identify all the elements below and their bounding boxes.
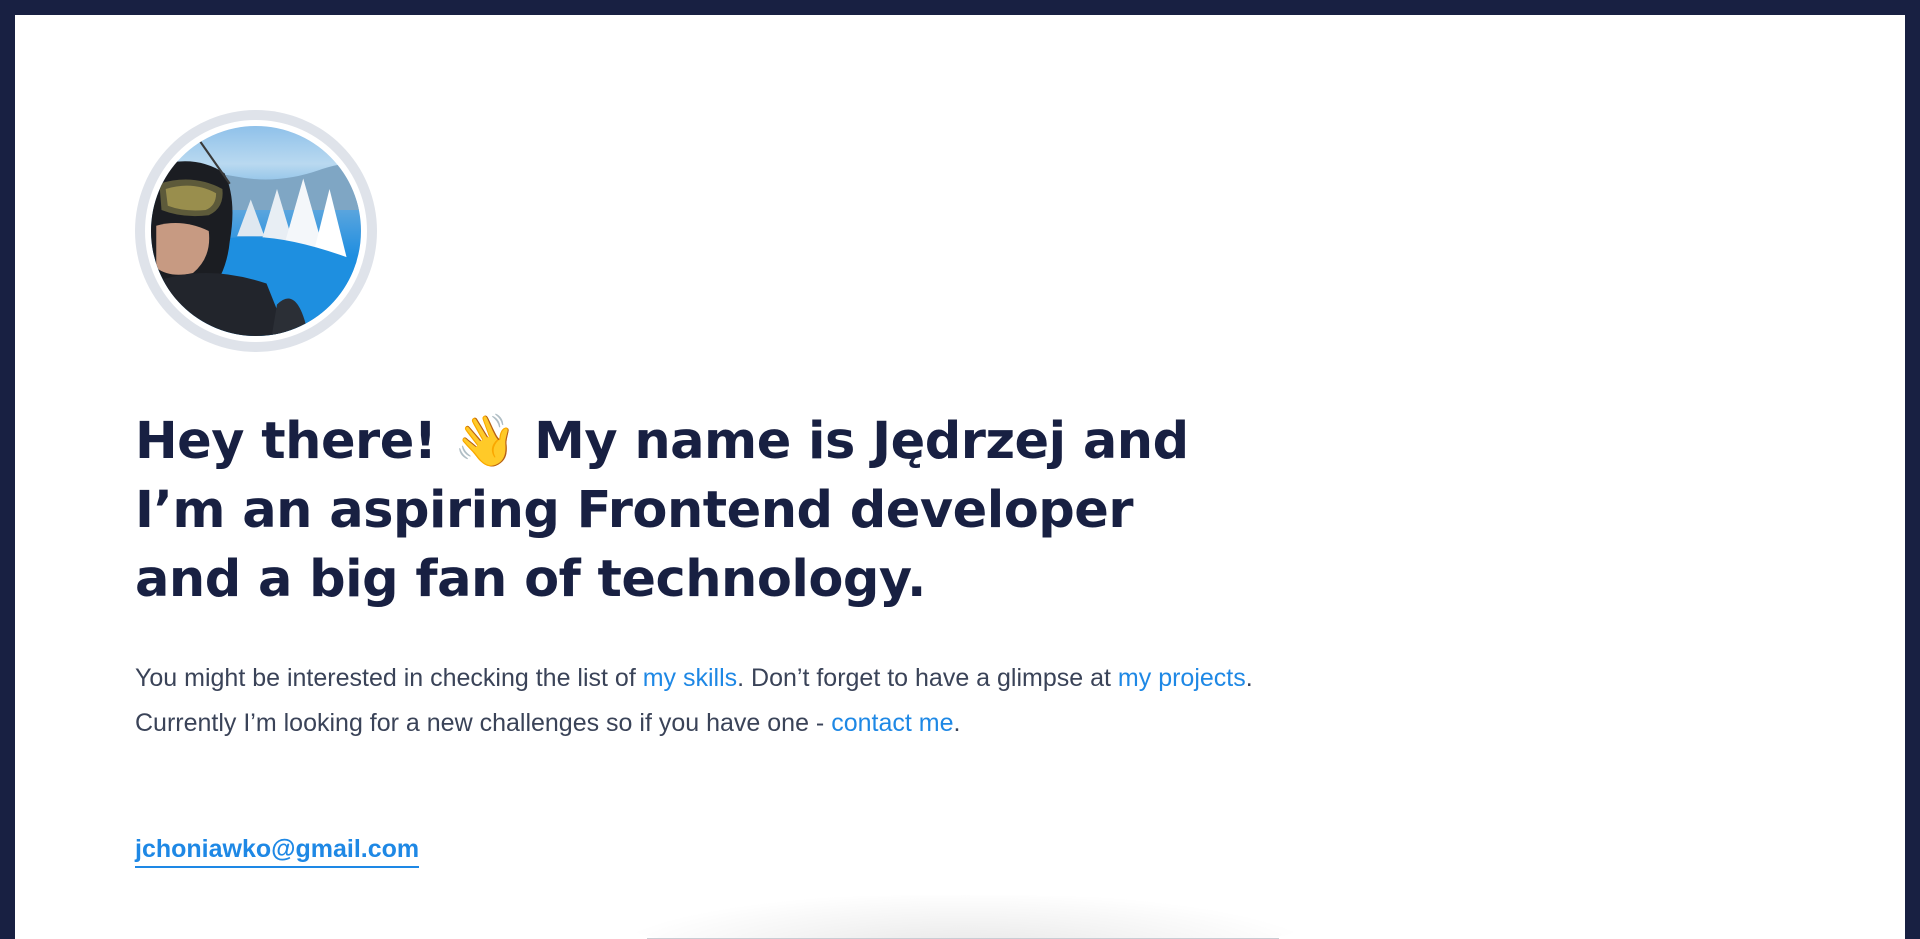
my-skills-link[interactable]: my skills	[643, 664, 737, 692]
headline-part-1: Hey there!	[135, 412, 454, 471]
waving-hand-icon: 👋	[453, 412, 518, 471]
page-frame: Hey there! 👋 My name is Jędrzej and I’m …	[15, 15, 1905, 939]
profile-photo-illustration	[151, 130, 361, 336]
intro-text-1: You might be interested in checking the …	[135, 664, 643, 692]
intro-text-2: . Don’t forget to have a glimpse at	[737, 664, 1118, 692]
contact-me-link[interactable]: contact me	[831, 709, 953, 737]
intro-text-4: .	[953, 709, 961, 737]
email-link[interactable]: jchoniawko@gmail.com	[135, 833, 420, 868]
bottom-card-shadow	[625, 895, 1305, 939]
avatar	[135, 110, 377, 352]
my-projects-link[interactable]: my projects	[1118, 664, 1246, 692]
hero-headline: Hey there! 👋 My name is Jędrzej and I’m …	[135, 407, 1235, 614]
intro-paragraph: You might be interested in checking the …	[135, 656, 1255, 746]
profile-photo	[145, 120, 367, 342]
